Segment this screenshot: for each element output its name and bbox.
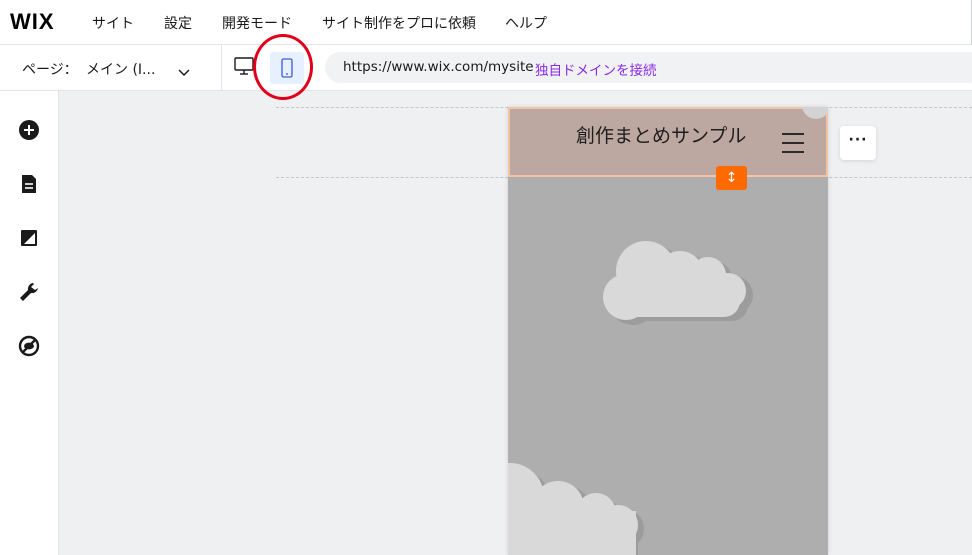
mobile-preview-frame[interactable]: 創作まとめサンプル bbox=[508, 107, 828, 555]
menu-help[interactable]: ヘルプ bbox=[505, 13, 547, 33]
settings-button[interactable] bbox=[18, 281, 40, 303]
page-selector[interactable]: ページ： メイン (I... bbox=[0, 45, 222, 90]
url-bar: https://www.wix.com/mysite 独自ドメインを接続 bbox=[325, 52, 972, 83]
cloud-top-right bbox=[802, 107, 828, 119]
cloud-bottom-left bbox=[508, 463, 638, 555]
site-design-button[interactable] bbox=[18, 227, 40, 249]
cloud-background bbox=[508, 107, 828, 555]
chevron-down-icon bbox=[178, 62, 190, 81]
pages-button[interactable] bbox=[18, 173, 40, 195]
connect-domain-link[interactable]: 独自ドメインを接続 bbox=[535, 59, 657, 79]
menu-hire-pro[interactable]: サイト制作をプロに依頼 bbox=[322, 13, 476, 33]
page-selector-label: ページ： bbox=[22, 62, 78, 78]
top-menu-bar: WIX サイト 設定 開発モード サイト制作をプロに依頼 ヘルプ bbox=[0, 0, 972, 45]
add-elements-button[interactable] bbox=[18, 119, 40, 141]
more-actions-button[interactable]: ··· bbox=[840, 126, 876, 160]
menu-dev-mode[interactable]: 開発モード bbox=[222, 13, 292, 33]
hide-icon bbox=[18, 335, 40, 357]
hidden-elements-button[interactable] bbox=[18, 335, 40, 357]
pages-icon bbox=[18, 173, 40, 195]
desktop-icon bbox=[233, 57, 255, 81]
header-resize-handle[interactable]: ↕ bbox=[716, 166, 747, 190]
left-tool-rail bbox=[0, 91, 59, 555]
wrench-icon bbox=[18, 281, 40, 303]
add-icon bbox=[18, 119, 40, 141]
menu-settings[interactable]: 設定 bbox=[164, 13, 192, 33]
mobile-view-button[interactable] bbox=[270, 52, 304, 84]
cloud-middle bbox=[603, 241, 746, 320]
design-icon bbox=[18, 227, 40, 249]
desktop-view-button[interactable] bbox=[233, 55, 259, 81]
menu-site[interactable]: サイト bbox=[92, 13, 134, 33]
current-page-name: メイン (I... bbox=[86, 62, 156, 78]
site-url: https://www.wix.com/mysite bbox=[343, 59, 534, 75]
wix-logo[interactable]: WIX bbox=[10, 9, 55, 35]
